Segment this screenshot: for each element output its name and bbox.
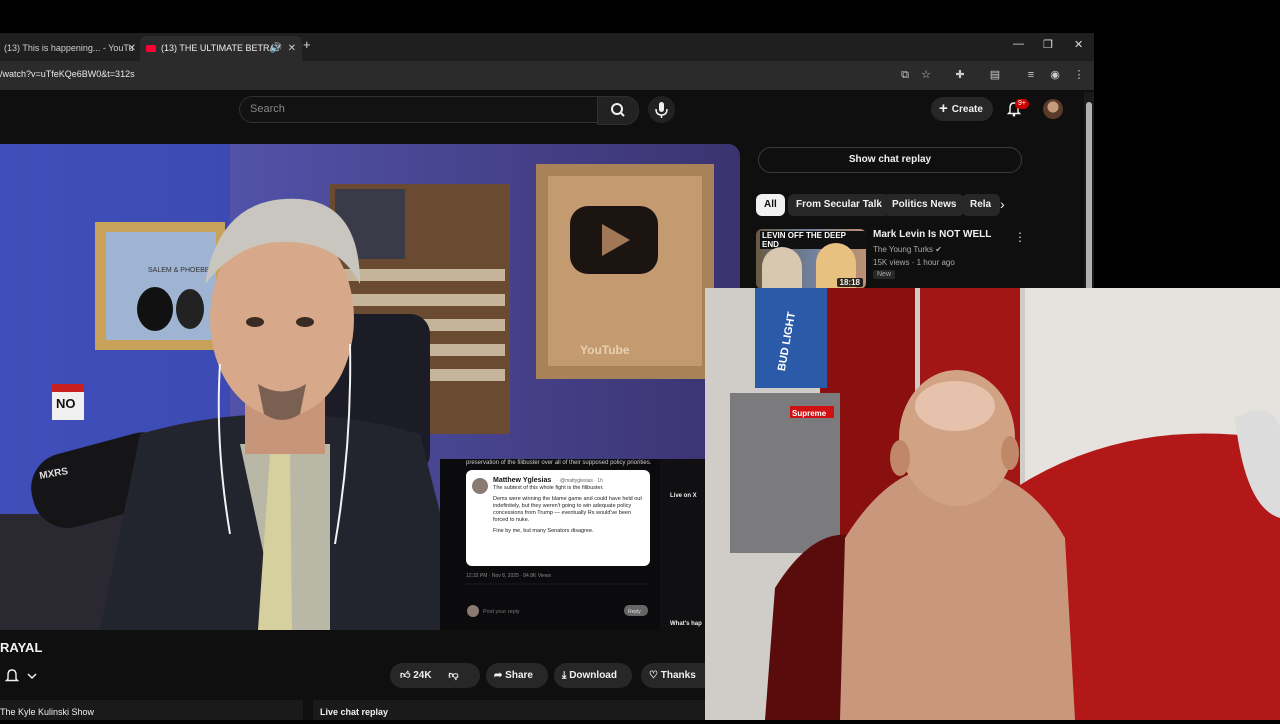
restore-icon[interactable]: ❐	[1043, 38, 1053, 51]
tab-label: (13) This is happening... - YouTu	[4, 43, 134, 53]
framed-picture: SALEM & PHOEBE	[95, 222, 225, 350]
show-chat-replay-button[interactable]: Show chat replay	[758, 147, 1022, 173]
video-title: RAYAL	[0, 640, 43, 655]
audio-icon[interactable]: 🔊	[270, 36, 282, 61]
more-options-icon[interactable]: ⋮	[1014, 230, 1026, 244]
share-button[interactable]: ➦ Share	[486, 663, 548, 688]
share-label: Share	[505, 670, 533, 681]
close-window-icon[interactable]: ✕	[1074, 38, 1083, 51]
chip-related[interactable]: Rela	[962, 194, 1000, 216]
profile-icon[interactable]: ◉	[1048, 68, 1062, 82]
download-label: Download	[569, 670, 617, 681]
voice-search-button[interactable]	[648, 96, 675, 123]
no-sticker-text: NO	[56, 396, 76, 411]
tweet-line-1: The subtext of this whole fight is the f…	[493, 485, 604, 491]
recommendation-meta: 15K views · 1 hour ago	[873, 258, 955, 267]
thanks-icon: ♡	[649, 670, 658, 681]
scrollbar-thumb[interactable]	[1086, 102, 1092, 290]
menu-dots-icon[interactable]: ⋮	[1072, 68, 1086, 82]
thumbs-up-icon: 👍︎	[400, 670, 411, 681]
video-frame: SALEM & PHOEBE YouTube MXRS NO preservat…	[0, 144, 740, 630]
create-label: Create	[951, 104, 983, 115]
recommendation-title[interactable]: Mark Levin Is NOT WELL	[873, 229, 991, 240]
verified-icon: ✔	[935, 245, 942, 254]
subscribe-bell-button[interactable]	[4, 668, 40, 689]
bell-icon	[4, 669, 37, 682]
like-button[interactable]: 👍︎ 24K	[400, 670, 432, 681]
chevron-right-icon[interactable]: ›	[1000, 196, 1005, 212]
youtube-favicon-icon	[146, 45, 156, 53]
thumbs-down-icon: 👎︎	[448, 670, 459, 681]
create-button[interactable]: + Create	[931, 97, 993, 121]
tweet-context: preservation of the filibuster over all …	[466, 460, 652, 466]
whats-happening-label: What's hap	[670, 621, 702, 627]
tweet-reply-field: Post your reply	[483, 609, 520, 615]
live-chat-replay-label: Live chat replay	[320, 707, 389, 717]
browser-tab-active[interactable]: (13) THE ULTIMATE BETRAY 🔊 ✕	[140, 36, 302, 61]
plaque-text: YouTube	[580, 343, 630, 357]
like-dislike-group: 👍︎ 24K 👎︎	[390, 663, 480, 688]
recommendation-channel-label: The Young Turks	[873, 245, 934, 254]
search-box[interactable]	[239, 96, 599, 123]
tweet-line-2: Dems were winning the blame game and cou…	[493, 496, 642, 523]
thumbnail-person-left	[762, 247, 802, 289]
download-button[interactable]: ⤓ Download	[554, 663, 632, 688]
bookmark-star-icon[interactable]: ☆	[919, 68, 933, 82]
side-panel-icon[interactable]: ▤	[988, 68, 1002, 82]
dislike-button[interactable]: 👎︎	[448, 670, 458, 681]
download-icon: ⤓	[562, 670, 567, 681]
play-button-plaque: YouTube	[536, 164, 714, 379]
browser-tab[interactable]: (13) This is happening... - YouTu ✕	[0, 36, 142, 61]
like-count: 24K	[413, 670, 432, 681]
chip-all[interactable]: All	[756, 194, 785, 216]
new-badge: New	[873, 270, 896, 279]
tweet-author: Matthew Yglesias	[493, 477, 551, 484]
close-tab-icon[interactable]: ✕	[288, 36, 296, 61]
share-icon: ➦	[494, 670, 503, 681]
webcam-frame: BUD LIGHT Supreme	[705, 288, 1280, 720]
video-player[interactable]: SALEM & PHOEBE YouTube MXRS NO preservat…	[0, 144, 740, 630]
extensions-icon[interactable]: ✚	[953, 68, 967, 82]
thanks-button[interactable]: ♡ Thanks	[641, 663, 705, 688]
tweet-overlay: preservation of the filibuster over all …	[440, 459, 740, 630]
webcam-overlay: BUD LIGHT Supreme	[705, 288, 1280, 720]
notification-count-badge: 9+	[1015, 99, 1029, 109]
chip-politics-news[interactable]: Politics News	[884, 194, 965, 216]
sign-text: SALEM & PHOEBE	[148, 267, 210, 274]
thanks-label: Thanks	[660, 670, 696, 681]
account-avatar[interactable]	[1043, 99, 1063, 119]
plus-icon: +	[939, 100, 948, 117]
media-icon[interactable]: ≡	[1024, 68, 1038, 82]
recommendation-thumbnail[interactable]: LEVIN OFF THE DEEP END 18:18	[756, 229, 866, 289]
search-button[interactable]	[597, 96, 639, 125]
url-field[interactable]: /watch?v=uTfeKQe6BW0&t=312s	[0, 69, 135, 79]
thumbnail-text: LEVIN OFF THE DEEP END	[760, 231, 866, 249]
tweet-handle: @mattyglesias · 1h	[560, 478, 603, 484]
tweet-reply-button: Reply	[628, 609, 641, 615]
channel-name[interactable]: The Kyle Kulinski Show	[0, 700, 303, 720]
live-chat-replay-tab[interactable]: Live chat replay	[313, 700, 705, 720]
tweet-timestamp: 12:32 PM · Nov 8, 2025 · 84.8K Views	[466, 573, 551, 579]
close-tab-icon[interactable]: ✕	[128, 36, 136, 61]
cast-icon[interactable]: ⧉	[898, 68, 912, 82]
minimize-icon[interactable]: —	[1013, 38, 1024, 50]
duration-badge: 18:18	[836, 278, 863, 287]
microphone-icon	[655, 102, 668, 118]
search-icon	[611, 103, 625, 117]
tab-label: (13) THE ULTIMATE BETRAY	[161, 43, 281, 53]
live-on-x-label: Live on X	[670, 493, 697, 499]
sticker-text: Supreme	[792, 409, 827, 418]
new-tab-button[interactable]: +	[303, 37, 311, 52]
recommendation-channel[interactable]: The Young Turks ✔	[873, 245, 942, 254]
search-input[interactable]: Search	[250, 103, 285, 115]
tweet-line-3: Fine by me, but many Senators disagree.	[493, 528, 594, 534]
chip-from-secular-talk[interactable]: From Secular Talk	[788, 194, 890, 216]
